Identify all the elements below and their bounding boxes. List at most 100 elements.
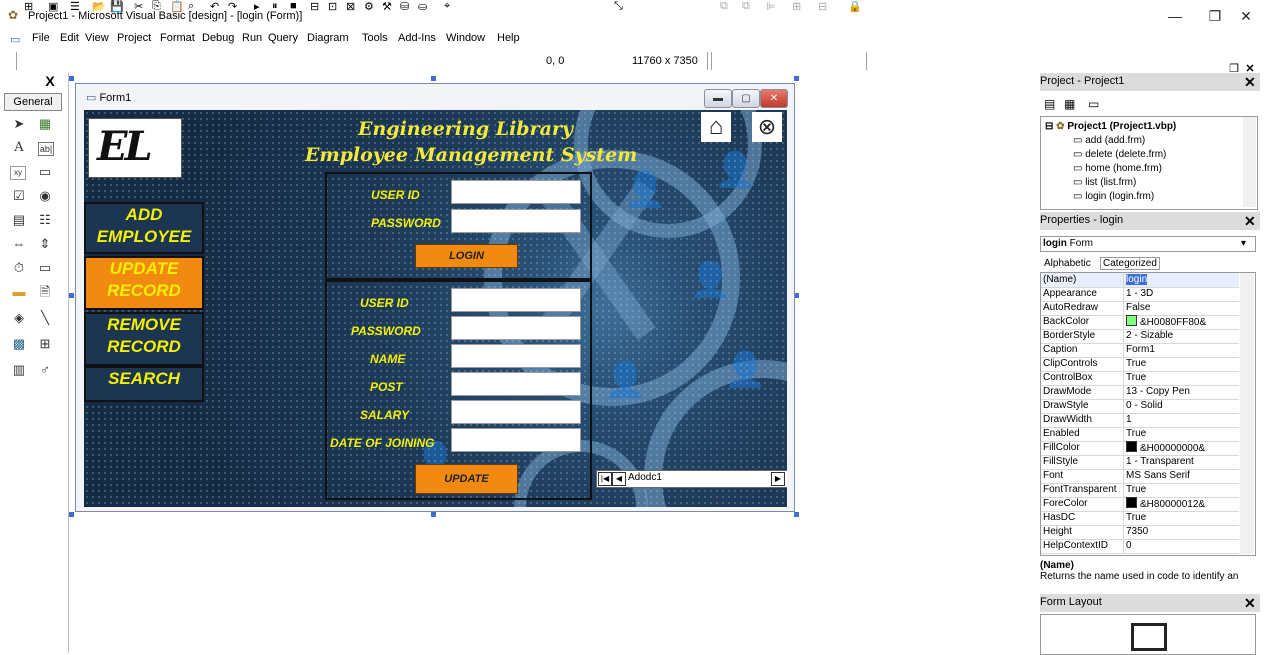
property-value[interactable]: &H80000012& (1123, 497, 1240, 512)
property-row[interactable]: Caption Form1 (1041, 343, 1239, 358)
property-row[interactable]: ForeColor &H80000012& (1041, 497, 1239, 512)
property-value[interactable]: &H00000000& (1123, 441, 1240, 456)
property-row[interactable]: ControlBox True (1041, 371, 1239, 386)
first-record-icon[interactable]: |◀ (598, 472, 612, 486)
image-icon[interactable]: ▩ (10, 335, 28, 353)
property-row[interactable]: FontTransparent True (1041, 483, 1239, 498)
property-value[interactable]: Form1 (1123, 343, 1240, 357)
filelistbox-icon[interactable]: 🗎 (36, 283, 54, 301)
form-close-button[interactable]: ✕ (760, 89, 788, 108)
chevron-down-icon[interactable]: ▾ (1241, 237, 1246, 251)
optionbutton-icon[interactable]: ◉ (36, 187, 54, 205)
undo-icon[interactable]: ↶ (210, 0, 219, 13)
property-value[interactable]: True (1123, 483, 1240, 497)
project-tree-scrollbar[interactable] (1243, 117, 1256, 207)
property-value[interactable]: 7350 (1123, 525, 1240, 539)
end-icon[interactable]: ■ (290, 0, 297, 12)
menu-view[interactable]: View (85, 32, 109, 44)
drivelistbox-icon[interactable]: ▭ (36, 259, 54, 277)
property-value[interactable]: 0 (1123, 539, 1240, 553)
property-row[interactable]: Appearance 1 - 3D (1041, 287, 1239, 302)
menu-tools[interactable]: Tools (362, 32, 388, 44)
update-record-button[interactable]: UPDATE RECORD (84, 256, 204, 310)
adodc-control[interactable]: |◀ ◀ Adodc1 ▶ (596, 470, 787, 488)
toolbox-general-tab[interactable]: General (4, 93, 62, 111)
menu-query[interactable]: Query (268, 32, 298, 44)
property-value[interactable]: 13 - Copy Pen (1123, 385, 1240, 399)
property-row[interactable]: DrawStyle 0 - Solid (1041, 399, 1239, 414)
update-user-id-input[interactable] (451, 288, 581, 312)
pointer-icon[interactable]: ➤ (10, 115, 28, 133)
object-browser-icon[interactable]: ⚙ (364, 0, 374, 13)
add-form-icon[interactable]: ▣ (48, 0, 58, 13)
view-code-icon[interactable]: ▤ (1044, 97, 1055, 111)
update-password-input[interactable] (451, 316, 581, 340)
form-maximize-button[interactable]: ▢ (732, 89, 760, 108)
remove-record-button[interactable]: REMOVE RECORD (84, 312, 204, 366)
object-selector[interactable]: login Form ▾ (1040, 236, 1256, 252)
data-view-icon[interactable]: ⛁ (400, 0, 409, 13)
project-explorer-icon[interactable]: ⊟ (310, 0, 319, 13)
home-icon[interactable]: ⌂ (701, 112, 731, 142)
make-same-size-icon[interactable]: ⊟ (818, 0, 827, 13)
resize-handle[interactable] (794, 76, 799, 81)
resize-handle[interactable] (431, 76, 436, 81)
paste-icon[interactable]: 📋 (170, 0, 184, 13)
update-button[interactable]: UPDATE (415, 464, 518, 494)
project-root[interactable]: ⊟ ✿ Project1 (Project1.vbp) (1045, 121, 1176, 132)
frame-icon[interactable]: xy (10, 166, 26, 180)
copy-icon[interactable]: ⎘ (152, 0, 161, 13)
update-salary-input[interactable] (451, 400, 581, 424)
property-value[interactable]: &H0080FF80& (1123, 315, 1240, 330)
login-user-id-input[interactable] (451, 180, 581, 204)
property-value[interactable]: True (1123, 427, 1240, 441)
toolbox-icon[interactable]: ⚒ (382, 0, 392, 13)
property-row[interactable]: DrawWidth 1 (1041, 413, 1239, 428)
menu-edit[interactable]: Edit (60, 32, 79, 44)
dirlistbox-icon[interactable]: ▬ (10, 283, 28, 301)
properties-window-icon[interactable]: ⊡ (328, 0, 337, 13)
break-icon[interactable]: ⏸ (272, 0, 278, 13)
combobox-icon[interactable]: ▤ (10, 211, 28, 229)
properties-scrollbar[interactable] (1240, 273, 1254, 554)
search-button[interactable]: SEARCH (84, 366, 204, 402)
tree-item-delete[interactable]: ▭ delete (delete.frm) (1073, 149, 1166, 160)
property-row[interactable]: Height 7350 (1041, 525, 1239, 540)
add-project-icon[interactable]: ⊞ (24, 0, 33, 13)
resize-handle[interactable] (431, 512, 436, 517)
property-value[interactable]: True (1123, 371, 1240, 385)
property-row[interactable]: FillColor &H00000000& (1041, 441, 1239, 456)
line-icon[interactable]: ╲ (36, 309, 54, 327)
tree-item-home[interactable]: ▭ home (home.frm) (1073, 163, 1162, 174)
property-value[interactable]: 2 - Sizable (1123, 329, 1240, 343)
property-row[interactable]: BackColor &H0080FF80& (1041, 315, 1239, 330)
picturebox-icon[interactable]: ▦ (36, 115, 54, 133)
property-value[interactable]: MS Sans Serif (1123, 469, 1240, 483)
update-name-input[interactable] (451, 344, 581, 368)
update-date-of-joining-input[interactable] (451, 428, 581, 452)
login-button[interactable]: LOGIN (415, 244, 518, 268)
property-value[interactable]: False (1123, 301, 1240, 315)
menu-editor-icon[interactable]: ☰ (70, 0, 80, 13)
bring-to-front-icon[interactable]: ⧉ (720, 0, 728, 13)
menu-add-ins[interactable]: Add-Ins (398, 32, 436, 44)
form-layout-close-button[interactable]: ✕ (1244, 596, 1256, 610)
toolbox-close-button[interactable]: X (42, 73, 58, 89)
property-value[interactable]: True (1123, 357, 1240, 371)
project-explorer-close-button[interactable]: ✕ (1244, 75, 1256, 89)
properties-close-button[interactable]: ✕ (1244, 214, 1256, 228)
property-value[interactable]: 1 - Transparent (1123, 455, 1240, 469)
add-employee-button[interactable]: ADD EMPLOYEE (84, 202, 204, 254)
find-icon[interactable]: ⌕ (188, 0, 194, 13)
minimize-window-button[interactable]: — (1155, 6, 1195, 26)
view-object-icon[interactable]: ▦ (1064, 97, 1075, 111)
property-row[interactable]: Enabled True (1041, 427, 1239, 442)
menu-window[interactable]: Window (446, 32, 485, 44)
menu-file[interactable]: File (32, 32, 50, 44)
hscrollbar-icon[interactable]: ⇔ (10, 235, 28, 253)
property-row[interactable]: AutoRedraw False (1041, 301, 1239, 316)
label-icon[interactable]: A (10, 139, 28, 157)
visual-component-manager-icon[interactable]: ⛀ (418, 0, 427, 13)
tree-item-list[interactable]: ▭ list (list.frm) (1073, 177, 1136, 188)
login-form[interactable]: ▭ Form1 ▬ ▢ ✕ 👤 👤 👤 👤 👤 👤 EL Engineering… (75, 83, 795, 512)
